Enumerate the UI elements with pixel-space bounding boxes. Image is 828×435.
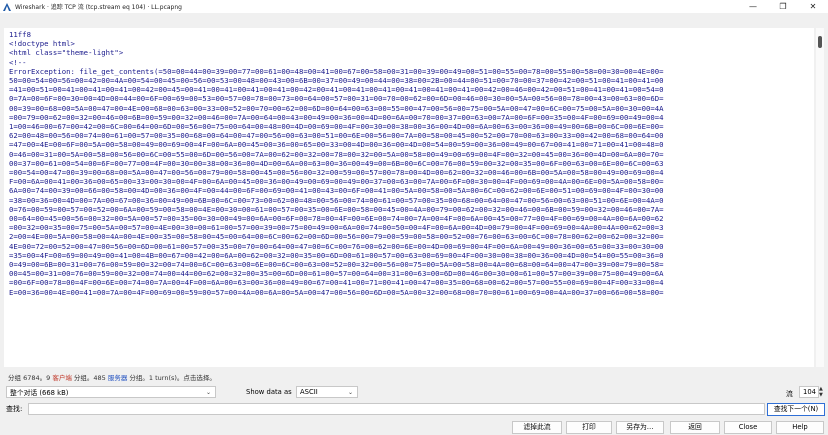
stream-line: 1=00=46=00=67=00=42=00=6C=00=64=00=6D=00… bbox=[9, 122, 664, 132]
stream-line: 0=7A=00=6F=00=30=00=4D=00=44=00=6F=00=69… bbox=[9, 94, 664, 104]
stream-line: 11ff8 bbox=[9, 30, 31, 39]
show-data-select[interactable]: ASCII ⌄ bbox=[296, 386, 358, 398]
help-button[interactable]: Help bbox=[776, 421, 824, 434]
window-controls: — ❐ ✕ bbox=[738, 0, 828, 13]
show-data-value: ASCII bbox=[300, 388, 318, 396]
stream-line: <html class="theme-light"> bbox=[9, 48, 124, 58]
stream-line: =00=6F=00=78=00=4F=00=6E=00=74=00=7A=00=… bbox=[9, 278, 664, 288]
maximize-icon[interactable]: ❐ bbox=[768, 0, 798, 13]
stream-line: =00=79=00=62=00=32=00=46=00=6B=00=59=00=… bbox=[9, 112, 664, 122]
stream-line: <!doctype html> bbox=[9, 39, 75, 49]
stream-content-pane[interactable]: 11ff8 <!doctype html> <html class="theme-l… bbox=[4, 28, 814, 367]
find-input[interactable] bbox=[28, 403, 765, 415]
stream-line: ErrorException: file_get_contents(=50=00… bbox=[9, 66, 664, 76]
stream-number-input[interactable]: 104 bbox=[799, 386, 819, 398]
stream-line: =41=00=51=00=41=00=41=00=41=00=42=00=45=… bbox=[9, 85, 664, 95]
print-button[interactable]: 打印 bbox=[566, 421, 612, 434]
stream-line: 50=00=54=00=56=00=42=00=4A=00=54=00=45=0… bbox=[9, 76, 664, 86]
scrollbar-thumb[interactable] bbox=[818, 36, 822, 48]
close-icon[interactable]: ✕ bbox=[798, 0, 828, 13]
status-client-label: 客户端 bbox=[52, 374, 72, 382]
status-suffix: 分组。1 turn(s)。点击选择。 bbox=[127, 374, 216, 382]
stream-line: <!-- bbox=[9, 57, 27, 67]
stream-status-text: 分组 6784。9 客户端 分组。485 服务器 分组。1 turn(s)。点击… bbox=[8, 372, 216, 382]
stream-number-stepper[interactable]: ▲ ▼ bbox=[819, 386, 825, 398]
stream-line: 00=37=00=61=00=54=00=6F=00=77=00=4F=00=3… bbox=[9, 158, 664, 168]
stream-line: =00=54=00=47=00=39=00=68=00=5A=00=47=00=… bbox=[9, 168, 664, 178]
stream-line: 0=46=00=31=00=5A=00=58=00=56=00=6C=00=55… bbox=[9, 149, 664, 159]
stream-line: 6A=00=74=00=39=00=66=00=58=00=4D=00=36=0… bbox=[9, 186, 664, 196]
stream-line: =47=00=4E=00=6F=00=5A=00=58=00=49=00=69=… bbox=[9, 140, 664, 150]
close-button[interactable]: Close bbox=[724, 421, 772, 434]
stream-line: F=00=6A=00=41=00=36=00=65=00=33=00=30=00… bbox=[9, 177, 664, 187]
window-title: Wireshark · 追踪 TCP 流 (tcp.stream eq 104)… bbox=[15, 4, 182, 11]
stream-line: E=00=36=00=4E=00=41=00=7A=00=4F=00=69=00… bbox=[9, 287, 664, 297]
find-label: 查找: bbox=[6, 405, 23, 413]
conversation-select[interactable]: 整个对话 (668 kB) ⌄ bbox=[6, 386, 216, 398]
stream-text[interactable]: 11ff8 <!doctype html> <html class="theme-l… bbox=[4, 28, 814, 297]
status-server-label: 服务器 bbox=[107, 374, 128, 382]
status-middle: 分组。485 bbox=[71, 374, 108, 382]
back-button[interactable]: 返回 bbox=[670, 421, 720, 434]
show-data-label: Show data as bbox=[246, 388, 292, 396]
stream-line: =35=00=4F=00=69=00=49=00=41=00=4B=00=67=… bbox=[9, 250, 664, 260]
vertical-scrollbar[interactable] bbox=[816, 28, 824, 367]
wireshark-fin-icon bbox=[3, 2, 11, 11]
filter-out-stream-button[interactable]: 滤掉此流 bbox=[512, 421, 562, 434]
title-bar: Wireshark · 追踪 TCP 流 (tcp.stream eq 104)… bbox=[0, 0, 828, 13]
minimize-icon[interactable]: — bbox=[738, 0, 768, 13]
stream-number-label: 流 bbox=[786, 390, 793, 398]
stepper-down-icon[interactable]: ▼ bbox=[819, 392, 825, 398]
stream-line: 00=45=00=31=00=76=00=59=00=32=00=74=00=4… bbox=[9, 269, 664, 279]
chevron-down-icon: ⌄ bbox=[347, 389, 353, 396]
status-prefix: 分组 6784。9 bbox=[8, 374, 53, 382]
stream-line: 00=39=00=68=00=5A=00=47=00=4E=00=68=00=6… bbox=[9, 103, 664, 113]
stream-line: 62=00=48=00=56=00=74=00=61=00=57=00=35=0… bbox=[9, 131, 664, 141]
stream-line: 4E=00=72=00=52=00=47=00=56=00=6D=00=61=0… bbox=[9, 241, 664, 251]
stream-line: 0=76=00=59=00=57=00=52=00=6A=00=59=00=58… bbox=[9, 204, 664, 214]
stream-line: =00=32=00=35=00=75=00=5A=00=57=00=4E=00=… bbox=[9, 223, 664, 233]
stream-line: 2=00=4E=00=5A=00=58=00=4A=00=4E=00=35=00… bbox=[9, 232, 664, 242]
stream-line: 00=64=00=45=00=56=00=32=00=5A=00=57=00=3… bbox=[9, 214, 664, 224]
conversation-value: 整个对话 (668 kB) bbox=[10, 389, 69, 397]
find-next-button[interactable]: 查找下一个(N) bbox=[767, 403, 825, 416]
stream-line: =38=00=36=00=4D=00=7A=00=67=00=36=00=49=… bbox=[9, 195, 664, 205]
chevron-down-icon: ⌄ bbox=[205, 389, 211, 396]
options-row: 整个对话 (668 kB) ⌄ Show data as ASCII ⌄ 流 1… bbox=[0, 386, 828, 400]
stream-line: 0=49=00=6B=00=31=00=76=00=59=00=32=00=74… bbox=[9, 260, 664, 270]
save-as-button[interactable]: 另存为… bbox=[616, 421, 664, 434]
